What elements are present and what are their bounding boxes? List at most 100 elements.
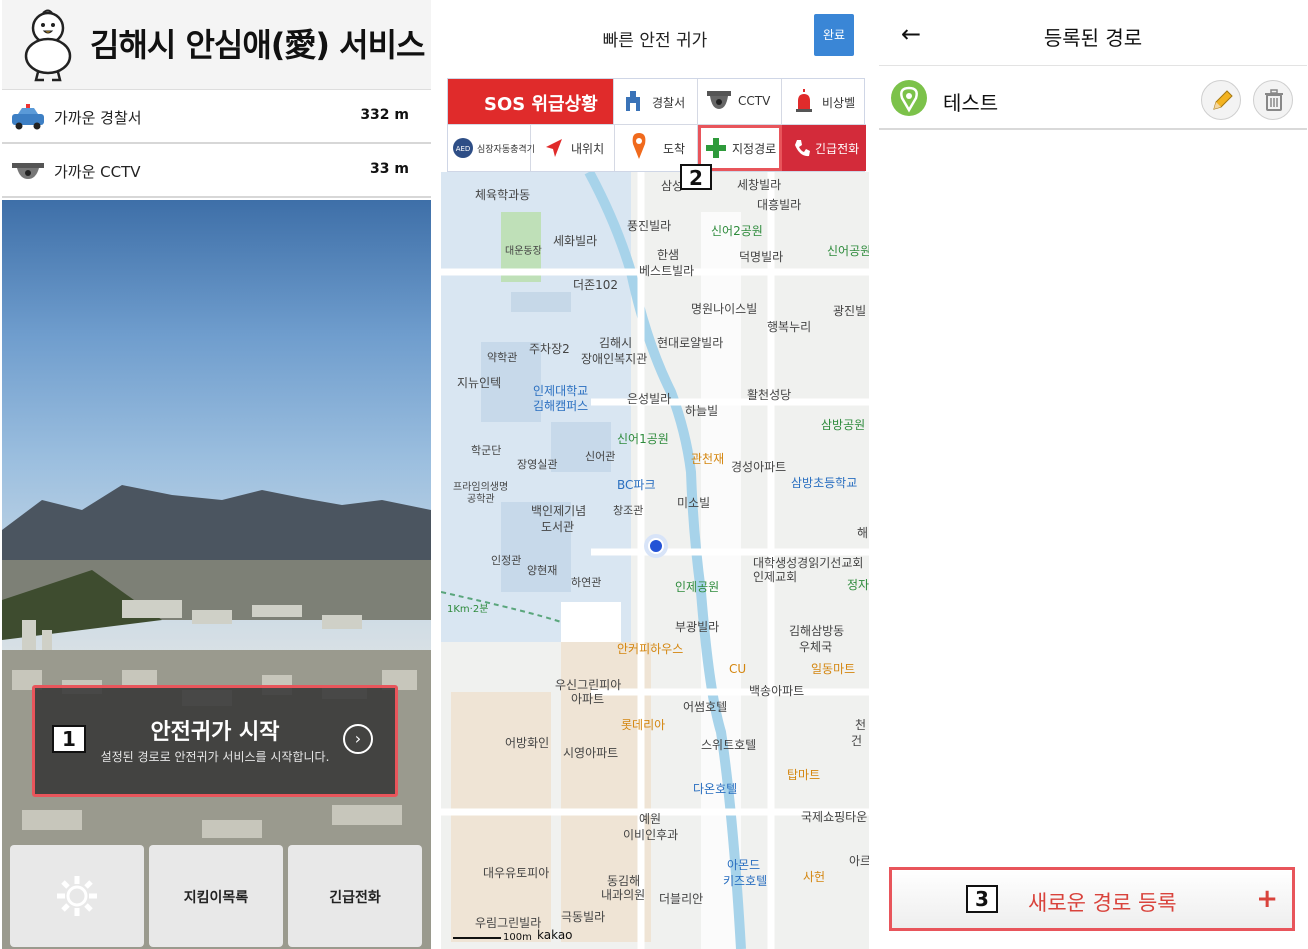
- kakao-logo-label: kakao: [537, 928, 573, 942]
- app-title: 김해시 안심애(愛) 서비스: [90, 26, 425, 64]
- duck-mascot-icon: [24, 9, 72, 82]
- map-label: 부광빌라: [675, 620, 720, 634]
- phone-icon: [795, 140, 810, 157]
- home-screen: 김해시 안심애(愛) 서비스 가까운 경찰서 332 m 가까운 CCTV 33…: [2, 0, 431, 949]
- map-label: 장애인복지관: [581, 352, 648, 366]
- map-label: 삼방공원: [821, 418, 866, 432]
- city-photo: [2, 200, 431, 949]
- map-label: 광진빌: [833, 304, 867, 318]
- aed-label: 심장자동충격기: [477, 145, 535, 155]
- map-label: 한샘: [657, 248, 680, 262]
- map-label: 주차장2: [529, 342, 570, 356]
- edit-route-button[interactable]: [1201, 80, 1241, 120]
- map-label: 삼방초등학교: [791, 476, 858, 490]
- quick-safe-return-screen: 빠른 안전 귀가 완료 SOS 위급상황 경찰서 CCTV 비상벨 AED 심장…: [441, 0, 869, 949]
- map-label: 신어관: [585, 450, 616, 463]
- map-label: 정자: [847, 578, 869, 592]
- map-label: 인제공원: [675, 580, 720, 594]
- app-header: 김해시 안심애(愛) 서비스: [2, 0, 431, 90]
- map-label: 하늘빌: [685, 404, 719, 418]
- action-toolbar: SOS 위급상황 경찰서 CCTV 비상벨 AED 심장자동충격기 내위치 도착…: [447, 78, 866, 172]
- map-label: 1Km·2분: [447, 604, 489, 615]
- my-location-button[interactable]: 내위치: [531, 125, 615, 171]
- route-name: 테스트: [943, 91, 999, 115]
- police-car-icon: [12, 104, 44, 130]
- safe-return-start-button[interactable]: 안전귀가 시작 설정된 경로로 안전귀가 서비스를 시작합니다. ›: [32, 685, 398, 797]
- map-label: 베스트빌라: [639, 264, 695, 278]
- cctv-icon: [707, 91, 731, 109]
- sos-label: SOS 위급상황: [484, 94, 598, 115]
- map-label: 안커피하우스: [617, 642, 684, 656]
- map-label: 덕명빌라: [739, 250, 784, 264]
- map-label: 롯데리아: [621, 718, 666, 732]
- map-label: 이비인후과: [623, 828, 679, 842]
- map-label: 키즈호텔: [723, 874, 768, 888]
- police-station-button[interactable]: 경찰서: [614, 79, 698, 125]
- map-label: 활천성당: [747, 388, 792, 402]
- map-label: 신어1공원: [617, 432, 669, 446]
- trash-icon: [1265, 89, 1283, 111]
- guardian-list-button[interactable]: 지킴이목록: [149, 845, 283, 947]
- map-label: 세화빌라: [553, 234, 598, 248]
- map-label: 도서관: [541, 520, 575, 534]
- map-label: 김해삼방동: [789, 624, 845, 638]
- map-label: 은성빌라: [627, 392, 672, 406]
- done-button[interactable]: 완료: [814, 14, 854, 56]
- map-label: 어썸호텔: [683, 700, 728, 714]
- settings-button[interactable]: [10, 845, 144, 947]
- map-label: 공학관: [467, 494, 495, 505]
- sos-emergency-button[interactable]: SOS 위급상황: [448, 79, 614, 125]
- map-label: 현대로얄빌라: [657, 336, 724, 350]
- delete-route-button[interactable]: [1253, 80, 1293, 120]
- siren-icon: [796, 89, 812, 112]
- map-label: 극동빌라: [561, 910, 606, 924]
- map-label: 탑마트: [787, 768, 821, 782]
- map-label: 경성아파트: [731, 460, 787, 474]
- register-new-route-button[interactable]: 새로운 경로 등록 +: [889, 867, 1295, 931]
- map-label: 더블리안: [659, 892, 704, 906]
- start-title: 안전귀가 시작: [150, 720, 280, 745]
- kakao-map[interactable]: 체육학과동 삼성 세창빌라 대흥빌라 풍진빌라 신어2공원 세화빌라 대운동장 …: [441, 172, 869, 949]
- map-label: 하연관: [571, 576, 602, 589]
- nearest-cctv-label: 가까운 CCTV: [54, 163, 141, 181]
- register-new-route-label: 새로운 경로 등록: [1028, 891, 1177, 915]
- map-label: 건: [851, 734, 863, 748]
- routes-title: 등록된 경로: [1043, 26, 1143, 50]
- emergency-call-toolbar-button[interactable]: 긴급전화: [782, 125, 866, 171]
- guardian-list-label: 지킴이목록: [183, 890, 249, 906]
- aed-button[interactable]: AED 심장자동충격기: [448, 125, 535, 171]
- map-label: 풍진빌라: [627, 219, 672, 233]
- map-label: 백인제기념: [531, 504, 587, 518]
- step-marker-1: 1: [52, 725, 86, 753]
- police-station-icon: [626, 91, 640, 111]
- map-label: 국제쇼핑타운: [801, 810, 868, 824]
- map-label: 체육학과동: [475, 188, 531, 202]
- map-label: 예원: [639, 812, 662, 826]
- registered-routes-screen: ← 등록된 경로 테스트 새로운 경로 등록 + 3: [879, 0, 1307, 949]
- map-label: 아몬드: [727, 858, 761, 872]
- map-label: 신어공원: [827, 244, 869, 258]
- map-label: 김해시: [599, 336, 633, 350]
- nearest-cctv-distance: 33 m: [370, 161, 409, 177]
- emergency-call-toolbar-label: 긴급전화: [815, 142, 860, 156]
- map-label: 대운동장: [505, 246, 542, 257]
- map-label: 시영아파트: [563, 746, 619, 760]
- cctv-icon: [12, 163, 44, 179]
- map-scale-label: 100m: [503, 932, 532, 943]
- cctv-button[interactable]: CCTV: [698, 79, 782, 125]
- map-label: 일동마트: [811, 662, 856, 676]
- map-label: 우체국: [799, 640, 833, 654]
- map-label: 천: [855, 718, 867, 732]
- map-label: 명원나이스빌: [691, 302, 758, 316]
- location-arrow-icon: [546, 139, 562, 157]
- nearest-cctv-row[interactable]: 가까운 CCTV 33 m: [2, 146, 431, 198]
- nearest-police-row[interactable]: 가까운 경찰서 332 m: [2, 92, 431, 144]
- route-list-item[interactable]: 테스트: [879, 68, 1307, 130]
- my-location-label: 내위치: [571, 142, 605, 156]
- emergency-bell-button[interactable]: 비상벨: [782, 79, 866, 125]
- arrival-label: 도착: [663, 142, 686, 156]
- map-label: 다온호텔: [693, 782, 738, 796]
- map-header: 빠른 안전 귀가 완료: [441, 0, 869, 72]
- emergency-call-button[interactable]: 긴급전화: [288, 845, 422, 947]
- location-pin-icon: [891, 80, 927, 116]
